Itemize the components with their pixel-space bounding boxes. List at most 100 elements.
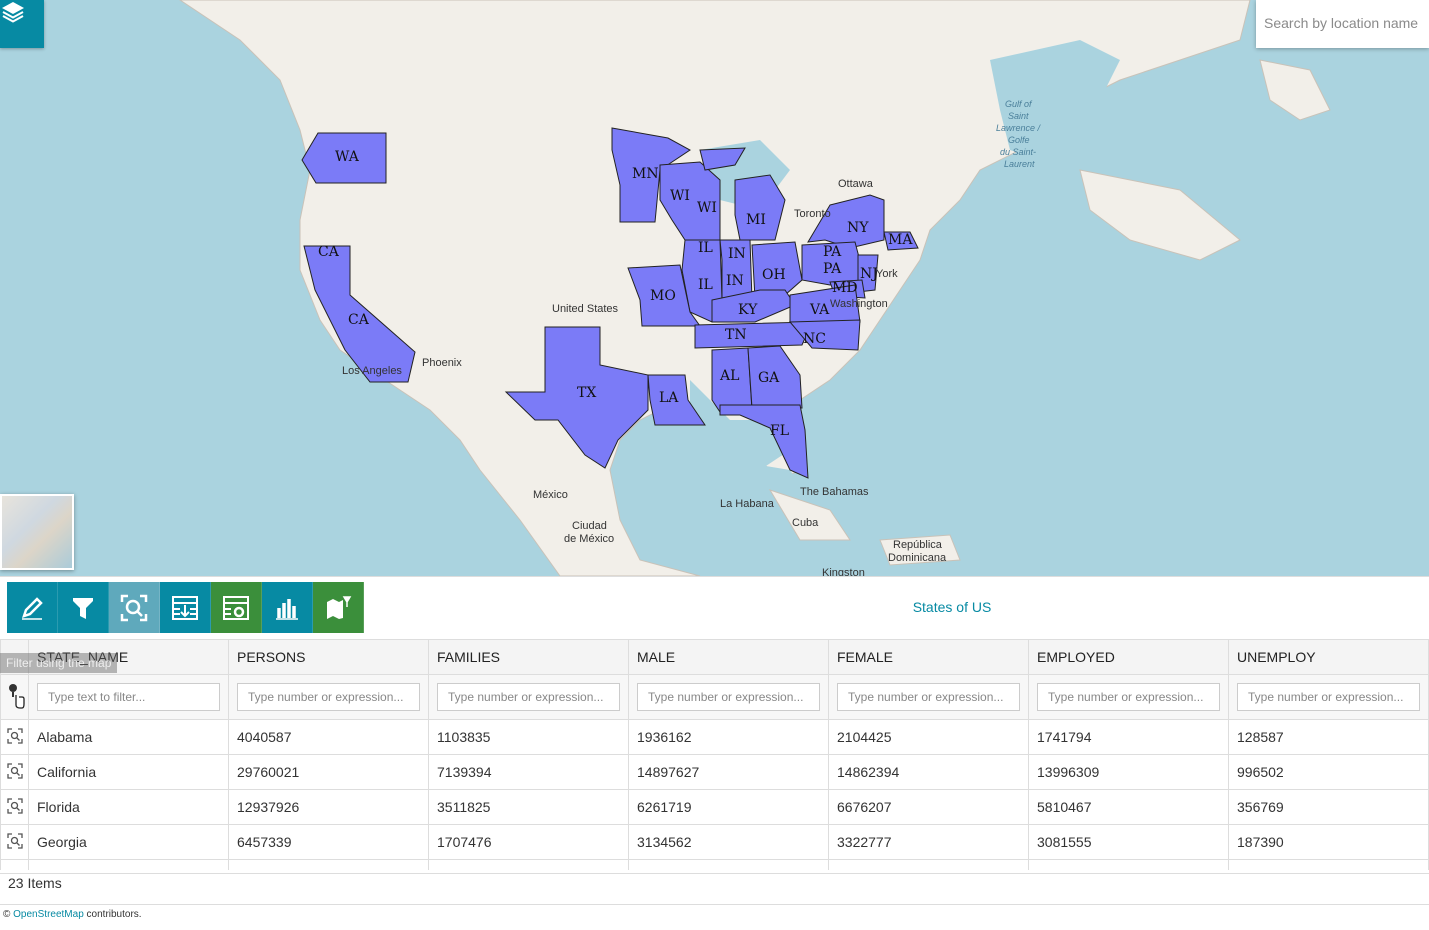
svg-text:MN: MN [632, 166, 659, 182]
svg-text:PA: PA [823, 261, 842, 277]
filter-button[interactable] [58, 582, 109, 633]
filter-input-persons[interactable] [237, 683, 420, 711]
column-header-female[interactable]: FEMALE [828, 639, 1029, 675]
edit-button[interactable] [7, 582, 58, 633]
svg-text:IN: IN [726, 273, 744, 289]
map-basemap: WAMNWIWI MI NYMACA CAILILIN IN OHPAPA NJMD… [179, 0, 1331, 576]
svg-text:du Saint-: du Saint- [1000, 147, 1036, 157]
cell-families: 1707476 [428, 824, 629, 860]
zoom-to-feature-icon [6, 797, 23, 814]
svg-text:KY: KY [738, 302, 758, 318]
svg-text:República: República [893, 539, 943, 551]
svg-text:México: México [533, 489, 568, 501]
cell-state-name: Florida [28, 789, 229, 825]
grid-toolbar [7, 582, 364, 633]
table-row-partial [0, 859, 1429, 870]
svg-text:OH: OH [762, 267, 786, 283]
table-row[interactable]: Georgia 6457339 1707476 3134562 3322777 … [0, 824, 1429, 860]
svg-text:WI: WI [670, 188, 690, 204]
table-row[interactable]: Florida 12937926 3511825 6261719 6676207… [0, 789, 1429, 825]
svg-text:Phoenix: Phoenix [422, 357, 462, 369]
location-search-input[interactable] [1256, 0, 1429, 46]
filter-input-unemploy[interactable] [1237, 683, 1420, 711]
table-gear-icon [223, 595, 249, 620]
zoom-to-features-button[interactable] [109, 582, 160, 633]
cell-employed: 1741794 [1028, 719, 1229, 755]
overview-map-thumbnail [2, 496, 72, 568]
svg-text:TN: TN [725, 327, 747, 343]
zoom-to-row-button[interactable] [0, 789, 29, 825]
zoom-to-row-button[interactable] [0, 754, 29, 790]
svg-text:Laurent: Laurent [1004, 159, 1035, 169]
overview-map[interactable] [0, 494, 74, 570]
filter-row [0, 674, 1429, 720]
svg-text:AL: AL [719, 368, 739, 384]
map-filter-toggle[interactable] [0, 674, 29, 720]
cell-families: 7139394 [428, 754, 629, 790]
svg-text:The Bahamas: The Bahamas [800, 486, 869, 498]
map-canvas[interactable]: WA MN WI WI MI NY MA CA CA IL IL IN IN OH PA PA NJ MD… [0, 0, 1429, 576]
svg-text:MO: MO [650, 288, 676, 304]
filter-input-female[interactable] [837, 683, 1020, 711]
column-header-unemploy[interactable]: UNEMPLOY [1228, 639, 1429, 675]
zoom-to-feature-icon [6, 832, 23, 849]
svg-text:NC: NC [803, 331, 826, 347]
column-header-persons[interactable]: PERSONS [228, 639, 429, 675]
column-header-employed[interactable]: EMPLOYED [1028, 639, 1229, 675]
zoom-to-feature-icon [6, 727, 23, 744]
svg-text:IL: IL [698, 277, 713, 293]
filter-input-state-name[interactable] [37, 683, 220, 711]
filter-input-employed[interactable] [1037, 683, 1220, 711]
table-row[interactable]: California 29760021 7139394 14897627 148… [0, 754, 1429, 790]
filter-input-families[interactable] [437, 683, 620, 711]
svg-text:GA: GA [758, 370, 780, 386]
svg-text:La Habana: La Habana [720, 498, 775, 510]
svg-text:IL: IL [698, 240, 713, 256]
footer-divider-bottom [0, 904, 1429, 905]
zoom-to-row-button[interactable] [0, 719, 29, 755]
zoom-extent-icon [120, 594, 148, 621]
svg-text:CA: CA [348, 312, 370, 328]
cell-unemploy: 187390 [1228, 824, 1429, 860]
table-row[interactable]: Alabama 4040587 1103835 1936162 2104425 … [0, 719, 1429, 755]
cell-persons: 12937926 [228, 789, 429, 825]
attribution-prefix: © [3, 909, 11, 920]
cell-employed: 13996309 [1028, 754, 1229, 790]
cell-female: 6676207 [828, 789, 1029, 825]
svg-text:FL: FL [770, 423, 789, 439]
map-attribution: © OpenStreetMap contributors. [3, 909, 142, 920]
svg-text:Cuba: Cuba [792, 517, 819, 529]
svg-text:Kingston: Kingston [822, 567, 865, 576]
svg-text:United States: United States [552, 303, 619, 315]
map-sync-button[interactable] [313, 582, 364, 633]
layers-button[interactable] [0, 0, 44, 48]
feature-grid-panel: States of US STATE_NAME PERSONS FAMILIES… [0, 576, 1429, 930]
filter-input-male[interactable] [637, 683, 820, 711]
cell-employed: 5810467 [1028, 789, 1229, 825]
svg-text:VA: VA [809, 302, 830, 318]
svg-text:Toronto: Toronto [794, 208, 831, 220]
svg-text:TX: TX [577, 385, 596, 401]
attribution-suffix: contributors. [86, 909, 142, 920]
svg-text:York: York [876, 268, 898, 280]
location-search [1256, 0, 1429, 48]
cell-persons: 29760021 [228, 754, 429, 790]
zoom-to-row-button[interactable] [0, 824, 29, 860]
grid-settings-button[interactable] [211, 582, 262, 633]
items-count: 23 Items [8, 875, 62, 891]
cell-female: 14862394 [828, 754, 1029, 790]
svg-text:WI: WI [697, 200, 717, 216]
layers-icon [2, 2, 24, 23]
cell-persons: 4040587 [228, 719, 429, 755]
cell-female: 2104425 [828, 719, 1029, 755]
cell-state-name: California [28, 754, 229, 790]
svg-text:Golfe: Golfe [1008, 135, 1030, 145]
cell-unemploy: 996502 [1228, 754, 1429, 790]
chart-button[interactable] [262, 582, 313, 633]
column-header-families[interactable]: FAMILIES [428, 639, 629, 675]
export-button[interactable] [160, 582, 211, 633]
openstreetmap-link[interactable]: OpenStreetMap [13, 909, 84, 920]
cell-unemploy: 356769 [1228, 789, 1429, 825]
column-header-male[interactable]: MALE [628, 639, 829, 675]
svg-text:NY: NY [847, 220, 869, 236]
